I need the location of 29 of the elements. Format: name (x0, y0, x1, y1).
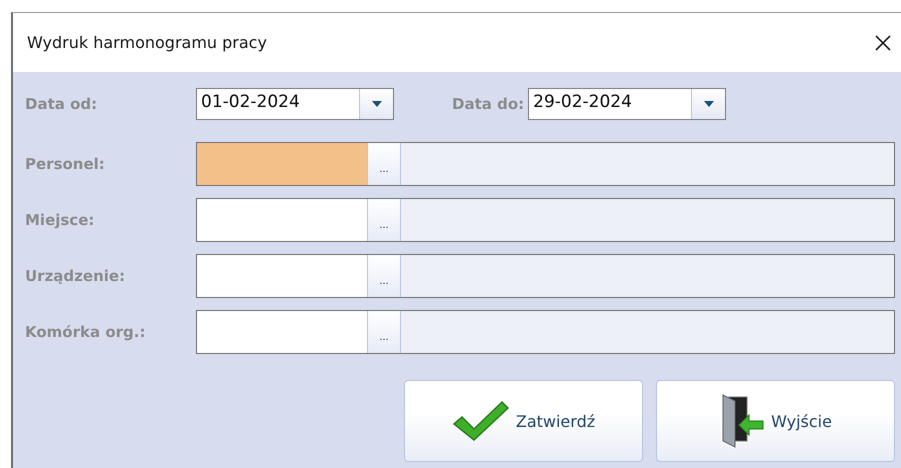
text-input[interactable] (197, 311, 367, 353)
dropdown-button[interactable] (359, 89, 393, 119)
dropdown-button[interactable] (691, 89, 726, 119)
caret-icon (370, 100, 382, 108)
browse-button[interactable]: ... (367, 143, 401, 185)
confirm-button[interactable]: Zatwierdź (404, 380, 643, 462)
browse-button[interactable]: ... (367, 311, 401, 353)
date-field[interactable]: 29-02-2024 (528, 88, 726, 120)
field-label: Data do: (452, 95, 524, 113)
lookup-field[interactable]: ... (196, 310, 895, 354)
field-label: Komórka org.: (25, 323, 146, 341)
checkmark-icon (452, 400, 510, 442)
text-input[interactable] (197, 255, 367, 297)
field-label: Miejsce: (25, 211, 96, 229)
text-input[interactable] (197, 143, 367, 185)
window-title: Wydruk harmonogramu pracy (27, 33, 267, 52)
close-icon[interactable] (873, 32, 893, 52)
field-label: Data od: (25, 95, 98, 113)
browse-button[interactable]: ... (367, 255, 401, 297)
date-field[interactable]: 01-02-2024 (196, 88, 394, 120)
lookup-field[interactable]: ... (196, 142, 895, 186)
caret-icon (702, 100, 715, 108)
lookup-field[interactable]: ... (196, 198, 895, 242)
field-label: Personel: (25, 155, 106, 173)
field-label: Urządzenie: (25, 267, 126, 285)
text-input[interactable] (197, 199, 367, 241)
lookup-field[interactable]: ... (196, 254, 895, 298)
exit-button[interactable]: Wyjście (656, 380, 895, 462)
browse-button[interactable]: ... (367, 199, 401, 241)
